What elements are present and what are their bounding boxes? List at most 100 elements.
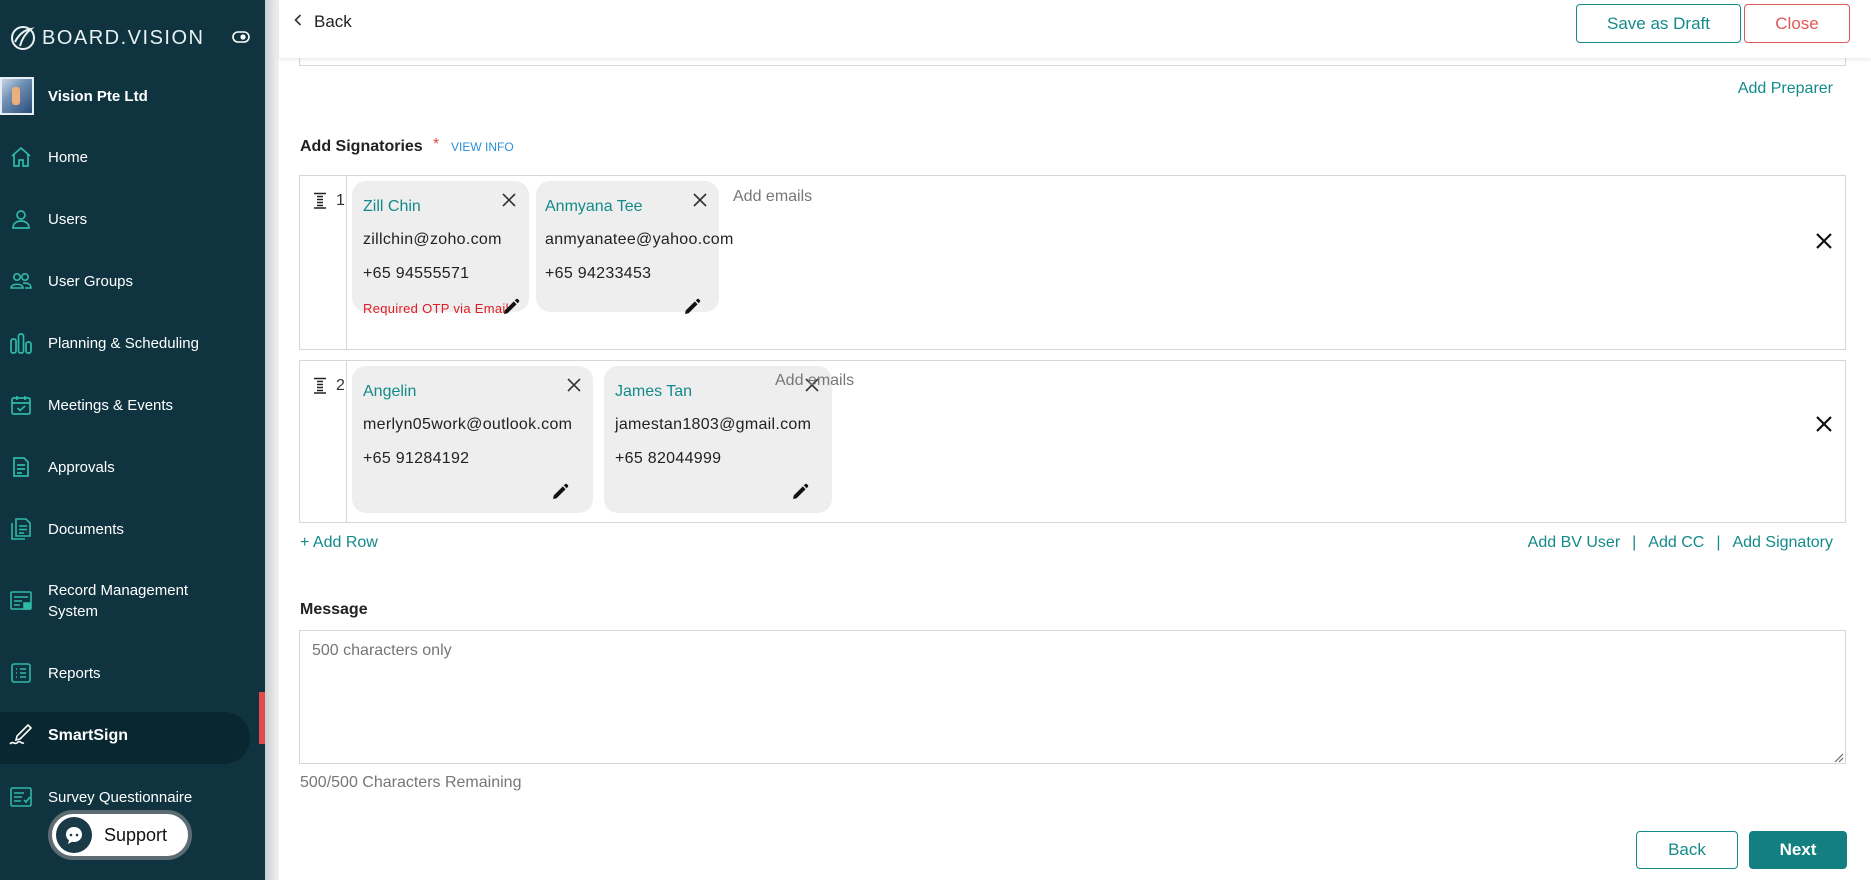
- reports-list-icon: [8, 660, 34, 686]
- logo-text: BOARD.VISION: [42, 26, 205, 49]
- back-link[interactable]: Back: [294, 12, 352, 32]
- remove-signatory-icon[interactable]: [502, 193, 518, 209]
- otp-requirement-note: Required OTP via Email: [363, 301, 509, 316]
- sidebar-item-documents[interactable]: Documents: [0, 498, 265, 560]
- signatory-card[interactable]: Anmyana Tee anmyanatee@yahoo.com +65 942…: [536, 181, 733, 314]
- calendar-check-icon: [8, 392, 34, 418]
- edit-pencil-icon[interactable]: [551, 483, 569, 501]
- add-preparer-link[interactable]: Add Preparer: [1738, 80, 1833, 98]
- sidebar: BOARD.VISION Vision Pte Ltd Home Users U…: [0, 0, 265, 880]
- user-icon: [8, 206, 34, 232]
- signatory-email: zillchin@zoho.com: [363, 231, 502, 248]
- required-asterisk: *: [433, 136, 440, 153]
- edit-pencil-icon[interactable]: [502, 298, 520, 316]
- sidebar-item-reports[interactable]: Reports: [0, 642, 265, 704]
- close-button[interactable]: Close: [1744, 4, 1850, 43]
- view-info-link[interactable]: VIEW INFO: [451, 140, 514, 154]
- edit-pencil-icon[interactable]: [683, 298, 701, 316]
- add-bv-user-link[interactable]: Add BV User: [1528, 534, 1620, 552]
- remove-row-icon[interactable]: [1815, 232, 1833, 250]
- back-label: Back: [314, 12, 352, 31]
- signatory-name: Angelin: [363, 383, 417, 400]
- support-button[interactable]: Support: [48, 810, 192, 860]
- drag-handle-icon[interactable]: [313, 377, 327, 394]
- sidebar-item-label: Meetings & Events: [48, 396, 174, 414]
- chevron-left-icon: [294, 13, 302, 31]
- sidebar-item-home[interactable]: Home: [0, 126, 265, 188]
- edit-pencil-icon[interactable]: [791, 483, 809, 501]
- sidebar-item-users[interactable]: Users: [0, 188, 265, 250]
- add-emails-input[interactable]: [775, 372, 1075, 390]
- signatory-phone: +65 94555571: [363, 265, 470, 282]
- row-number: 1: [336, 192, 345, 209]
- add-cc-link[interactable]: Add CC: [1648, 534, 1704, 552]
- organization-switcher[interactable]: Vision Pte Ltd: [0, 76, 148, 116]
- message-textarea[interactable]: [299, 630, 1846, 764]
- top-bar: Back Save as Draft Close: [279, 0, 1871, 58]
- signatory-phone: +65 91284192: [363, 450, 470, 467]
- drag-handle-icon[interactable]: [313, 192, 327, 209]
- sidebar-nav: Home Users User Groups Planning & Schedu…: [0, 126, 265, 828]
- signatories-title: Add Signatories: [300, 138, 423, 155]
- add-signatory-link[interactable]: Add Signatory: [1732, 534, 1833, 552]
- survey-checklist-icon: [8, 784, 34, 810]
- remove-row-icon[interactable]: [1815, 415, 1833, 433]
- main-content: Add Preparer Add Signatories * VIEW INFO…: [279, 54, 1871, 880]
- separator: |: [1632, 534, 1637, 551]
- row-number: 2: [336, 377, 345, 394]
- logo-mark-icon: [8, 23, 38, 53]
- row-handle[interactable]: 2: [300, 361, 347, 522]
- signatory-actions: Add BV User | Add CC | Add Signatory: [1528, 534, 1833, 552]
- record-management-icon: [8, 588, 34, 614]
- eye-toggle-icon[interactable]: [232, 30, 250, 44]
- signatory-row: 2 Angelin merlyn05work@outlook.com +65 9…: [299, 360, 1846, 523]
- add-emails-input[interactable]: [733, 188, 1033, 206]
- signatory-phone: +65 94233453: [545, 265, 652, 282]
- sidebar-item-label: Survey Questionnaire: [48, 788, 193, 806]
- signatory-card[interactable]: Zill Chin zillchin@zoho.com +65 94555571…: [352, 181, 529, 316]
- documents-icon: [8, 516, 34, 542]
- sidebar-item-label: Record Management System: [48, 582, 189, 620]
- sidebar-item-label: Approvals: [48, 458, 115, 476]
- add-row-link[interactable]: + Add Row: [300, 534, 378, 552]
- sidebar-item-label: SmartSign: [48, 726, 129, 744]
- signatory-card[interactable]: Angelin merlyn05work@outlook.com +65 912…: [352, 366, 593, 513]
- signatory-name: Anmyana Tee: [545, 198, 643, 215]
- characters-remaining: 500/500 Characters Remaining: [300, 774, 522, 791]
- row-handle[interactable]: 1: [300, 176, 347, 349]
- organization-name: Vision Pte Ltd: [48, 87, 148, 105]
- board-vision-logo[interactable]: BOARD.VISION: [8, 22, 204, 54]
- support-label: Support: [104, 824, 168, 845]
- next-button[interactable]: Next: [1749, 831, 1847, 869]
- chat-bubble-icon: [56, 817, 92, 853]
- save-as-draft-button[interactable]: Save as Draft: [1576, 4, 1741, 43]
- signatory-name: Zill Chin: [363, 198, 421, 215]
- sidebar-item-record-management-system[interactable]: Record Management System: [0, 560, 265, 642]
- sidebar-item-meetings-events[interactable]: Meetings & Events: [0, 374, 265, 436]
- remove-signatory-icon[interactable]: [567, 378, 583, 394]
- user-groups-icon: [8, 268, 34, 294]
- sidebar-item-label: Planning & Scheduling: [48, 334, 199, 352]
- sidebar-item-label: Reports: [48, 664, 101, 682]
- back-button[interactable]: Back: [1636, 831, 1738, 869]
- signatory-email: merlyn05work@outlook.com: [363, 416, 573, 433]
- sidebar-item-label: User Groups: [48, 272, 134, 290]
- signatory-name: James Tan: [615, 383, 693, 400]
- resize-grip-icon[interactable]: [1832, 750, 1844, 763]
- signatory-email: anmyanatee@yahoo.com: [545, 231, 734, 248]
- sidebar-item-smartsign[interactable]: SmartSign: [0, 704, 265, 766]
- separator: |: [1716, 534, 1721, 551]
- approvals-document-icon: [8, 454, 34, 480]
- sidebar-shadow: [265, 0, 279, 880]
- organization-avatar: [0, 77, 34, 115]
- home-icon: [8, 144, 34, 170]
- remove-signatory-icon[interactable]: [693, 193, 709, 209]
- signatory-email: jamestan1803@gmail.com: [615, 416, 812, 433]
- signatory-row: 1 Zill Chin zillchin@zoho.com +65 945555…: [299, 175, 1846, 350]
- bar-chart-icon: [8, 330, 34, 356]
- sidebar-item-label: Documents: [48, 520, 124, 538]
- sidebar-item-planning-scheduling[interactable]: Planning & Scheduling: [0, 312, 265, 374]
- sidebar-item-user-groups[interactable]: User Groups: [0, 250, 265, 312]
- sidebar-item-approvals[interactable]: Approvals: [0, 436, 265, 498]
- message-label: Message: [300, 601, 368, 618]
